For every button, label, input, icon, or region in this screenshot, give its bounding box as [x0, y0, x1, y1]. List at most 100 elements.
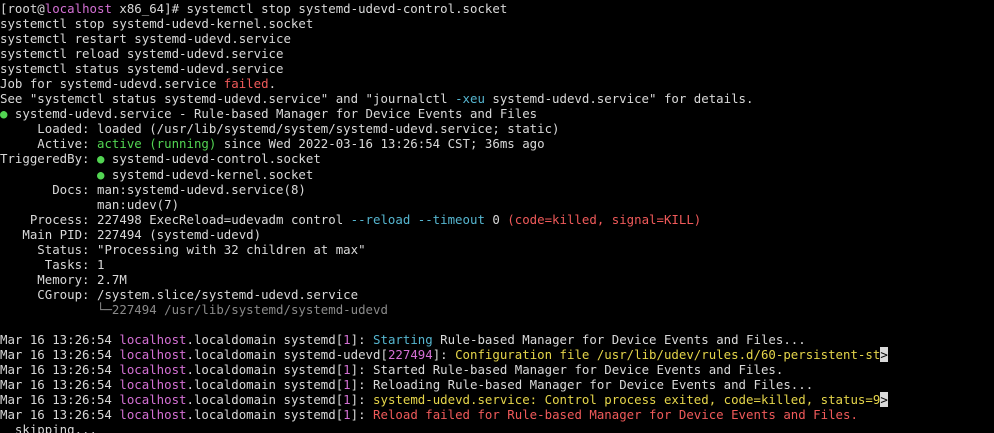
bracket: ]:	[350, 377, 374, 393]
process-value: 227498 ExecReload=udevadm control	[96, 211, 351, 227]
docs-label: Docs:	[0, 181, 97, 197]
cgroup-label: CGroup:	[0, 286, 97, 302]
journal-domain: .localdomain	[186, 332, 284, 348]
see-details-line: See "systemctl status systemd-udevd.serv…	[0, 91, 994, 106]
memory-value: 2.7M	[96, 271, 127, 287]
journal-entry: Mar 16 13:26:54 localhost.localdomain sy…	[0, 407, 994, 422]
cgroup-value: /system.slice/systemd-udevd.service	[96, 286, 359, 302]
loaded-label: Loaded:	[0, 121, 97, 137]
bracket: ]:	[350, 392, 374, 408]
prompt-line: [root@localhost x86_64]# systemctl stop …	[0, 1, 994, 16]
journal-timestamp: Mar 16 13:26:54	[0, 362, 120, 378]
journal-pid: 1	[343, 362, 351, 378]
bracket: ]:	[350, 362, 374, 378]
bracket: ]:	[350, 332, 374, 348]
journal-domain: .localdomain	[186, 362, 284, 378]
echo-line: systemctl status systemd-udevd.service	[0, 61, 284, 77]
docs-line: man:udev(7)	[0, 197, 994, 212]
cgroup-child: └─227494 /usr/lib/systemd/systemd-udevd	[96, 301, 388, 317]
journal-timestamp: Mar 16 13:26:54	[0, 392, 120, 408]
journal-message: Started Rule-based Manager for Device Ev…	[373, 362, 784, 378]
docs-value: man:systemd-udevd.service(8)	[96, 181, 306, 197]
journal-entry: Mar 16 13:26:54 localhost.localdomain sy…	[0, 392, 994, 408]
docs-value: man:udev(7)	[96, 196, 180, 212]
cgroup-child-line: └─227494 /usr/lib/systemd/systemd-udevd	[0, 302, 994, 317]
truncation-marker-icon: >	[880, 392, 888, 408]
journal-process: systemd	[283, 377, 336, 393]
job-failed-line: Job for systemd-udevd.service failed.	[0, 76, 994, 91]
journal-entry: Mar 16 13:26:54 localhost.localdomain sy…	[0, 362, 994, 377]
tasks-value: 1	[96, 256, 105, 272]
journal-timestamp: Mar 16 13:26:54	[0, 347, 120, 363]
process-line: Process: 227498 ExecReload=udevadm contr…	[0, 212, 994, 227]
echo-line: systemctl reload systemd-udevd.service	[0, 46, 284, 62]
journal-message-highlight: Reload failed for Rule-based Manager for…	[373, 407, 858, 423]
journal-message: Reloading Rule-based Manager for Device …	[373, 377, 814, 393]
loaded-value: loaded (/usr/lib/systemd/system/systemd-…	[96, 121, 560, 137]
journal-domain: .localdomain	[186, 407, 284, 423]
status-label: Status:	[0, 241, 97, 257]
journal-message-highlight: Configuration file /usr/lib/udev/rules.d…	[455, 347, 881, 363]
triggered-socket: systemd-udevd-control.socket	[104, 151, 321, 167]
prompt-open: [root@	[0, 1, 45, 16]
process-label: Process:	[0, 211, 97, 227]
memory-label: Memory:	[0, 271, 97, 287]
journal-hostname: localhost	[119, 407, 187, 423]
tasks-line: Tasks: 1	[0, 257, 994, 272]
echo-line: systemctl stop systemd-udevd-kernel.sock…	[0, 16, 314, 32]
active-line: Active: active (running) since Wed 2022-…	[0, 136, 994, 151]
journal-pid: 1	[343, 332, 351, 348]
loaded-line: Loaded: loaded (/usr/lib/systemd/system/…	[0, 121, 994, 136]
bracket: ]:	[432, 347, 456, 363]
terminal-window[interactable]: [root@localhost x86_64]# systemctl stop …	[0, 0, 994, 433]
tasks-label: Tasks:	[0, 256, 97, 272]
journal-hostname: localhost	[119, 377, 187, 393]
active-state: active (running)	[96, 136, 217, 152]
bracket: ]:	[350, 407, 374, 423]
cgroup-line: CGroup: /system.slice/systemd-udevd.serv…	[0, 287, 994, 302]
docs-line: Docs: man:systemd-udevd.service(8)	[0, 182, 994, 197]
see-flag: -xeu	[455, 91, 485, 107]
status-value: "Processing with 32 children at max"	[96, 241, 366, 257]
journal-entry: Mar 16 13:26:54 localhost.localdomain sy…	[0, 347, 994, 363]
echo-line: systemctl restart systemd-udevd.service	[0, 31, 291, 47]
journal-hostname: localhost	[119, 332, 187, 348]
journal-domain: .localdomain	[186, 392, 284, 408]
see-suffix: systemd-udevd.service" for details.	[484, 91, 754, 107]
active-since: since Wed 2022-03-16 13:26:54 CST; 36ms …	[216, 136, 545, 152]
triggered-socket: systemd-udevd-kernel.socket	[104, 166, 314, 182]
job-prefix: Job for systemd-udevd.service	[0, 76, 224, 92]
triggered-by-line: TriggeredBy: ● systemd-udevd-control.soc…	[0, 151, 994, 166]
job-suffix: .	[268, 76, 277, 92]
see-prefix: See "systemctl status systemd-udevd.serv…	[0, 91, 456, 107]
process-flags: --reload --timeout	[350, 211, 485, 227]
job-failed-status: failed	[223, 76, 269, 92]
pager-status-line: skipping...	[0, 422, 97, 433]
main-pid-line: Main PID: 227494 (systemd-udevd)	[0, 227, 994, 242]
journal-message-highlight: systemd-udevd.service: Control process e…	[373, 392, 881, 408]
journal-pid: 1	[343, 407, 351, 423]
journal-log: Mar 16 13:26:54 localhost.localdomain sy…	[0, 332, 994, 422]
journal-process: systemd	[283, 362, 336, 378]
main-pid-label: Main PID:	[0, 226, 97, 242]
journal-timestamp: Mar 16 13:26:54	[0, 377, 120, 393]
journal-process: systemd	[283, 407, 336, 423]
journal-timestamp: Mar 16 13:26:54	[0, 332, 120, 348]
journal-domain: .localdomain	[186, 347, 284, 363]
status-line: Status: "Processing with 32 children at …	[0, 242, 994, 257]
triggered-label: TriggeredBy:	[0, 151, 97, 167]
journal-pid: 1	[343, 377, 351, 393]
journal-domain: .localdomain	[186, 377, 284, 393]
bracket: [	[380, 347, 388, 363]
journal-entry: Mar 16 13:26:54 localhost.localdomain sy…	[0, 332, 994, 347]
journal-process: systemd	[283, 332, 336, 348]
journal-message-highlight: Starting	[373, 332, 433, 348]
active-label: Active:	[0, 136, 97, 152]
journal-hostname: localhost	[119, 362, 187, 378]
prompt-hostname: localhost	[44, 1, 112, 16]
journal-hostname: localhost	[119, 347, 187, 363]
